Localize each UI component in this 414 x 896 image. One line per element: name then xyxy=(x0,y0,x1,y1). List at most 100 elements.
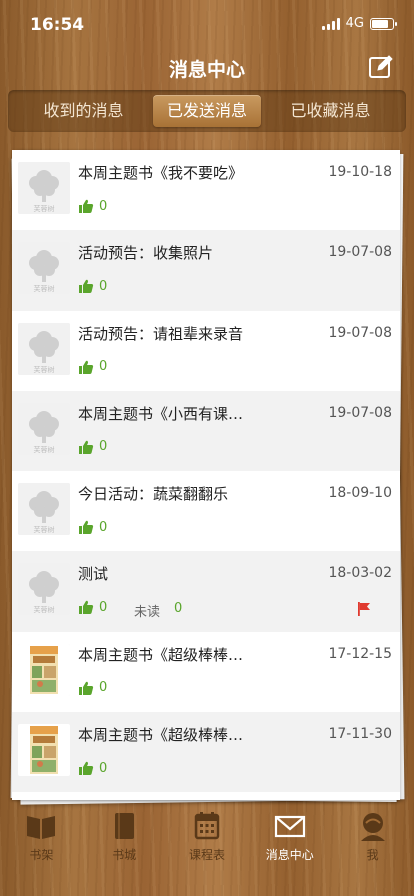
message-list-container: 芙蓉树 本周主题书《我不要吃》 19-10-18 0 芙蓉树 活动预告：收集照片… xyxy=(10,149,405,805)
message-date: 19-10-18 xyxy=(328,164,392,180)
like-button[interactable]: 0 xyxy=(78,519,107,535)
unread-label: 未读 xyxy=(134,605,161,621)
message-row[interactable]: 本周主题书《超级棒棒… 17-11-30 0 xyxy=(12,712,400,793)
tree-logo-icon: 芙蓉树 xyxy=(18,563,70,616)
like-count: 0 xyxy=(99,439,108,455)
calendar-icon xyxy=(194,812,220,840)
thumbs-up-icon[interactable] xyxy=(78,278,94,294)
message-title: 测试 xyxy=(78,565,109,584)
thumbs-up-icon[interactable] xyxy=(78,599,94,615)
thumbs-up-icon[interactable] xyxy=(78,359,94,375)
logo-text: 芙蓉树 xyxy=(34,284,55,293)
tab-bar: 书架 书城 课程表 消息中心 我 xyxy=(0,806,414,896)
segment-favorites[interactable]: 已收藏消息 xyxy=(261,95,400,127)
envelope-icon xyxy=(274,815,305,838)
segment-received[interactable]: 收到的消息 xyxy=(14,95,153,127)
tab-label: 消息中心 xyxy=(265,848,314,862)
tab-schedule[interactable]: 课程表 xyxy=(166,806,249,896)
like-count: 0 xyxy=(99,760,108,776)
message-date: 19-07-08 xyxy=(328,244,392,261)
logo-text: 芙蓉树 xyxy=(34,525,55,534)
unread-count: 0 xyxy=(174,601,183,617)
tab-messages[interactable]: 消息中心 xyxy=(248,806,331,896)
like-count: 0 xyxy=(99,599,108,615)
message-row[interactable]: 芙蓉树 活动预告：收集照片 19-07-08 0 xyxy=(12,230,400,311)
message-thumbnail xyxy=(18,724,70,777)
message-date: 19-07-08 xyxy=(328,324,392,341)
status-indicators: 4G xyxy=(321,16,397,31)
compose-icon[interactable] xyxy=(368,54,394,80)
like-count: 0 xyxy=(99,680,108,696)
tab-label: 书城 xyxy=(112,848,137,862)
thumbs-up-icon[interactable] xyxy=(78,680,94,696)
like-count: 0 xyxy=(99,359,108,375)
network-type: 4G xyxy=(345,16,364,31)
message-title: 活动预告：收集照片 xyxy=(78,244,214,263)
message-date: 18-09-10 xyxy=(328,485,392,502)
segment-sent[interactable]: 已发送消息 xyxy=(153,95,261,127)
message-row[interactable]: 芙蓉树 本周主题书《我不要吃》 19-10-18 0 xyxy=(12,150,400,230)
message-row[interactable]: 芙蓉树 活动预告：请祖辈来录音 19-07-08 0 xyxy=(12,311,400,391)
like-button[interactable]: 0 xyxy=(78,680,107,696)
like-count: 0 xyxy=(99,519,108,535)
message-thumbnail: 芙蓉树 xyxy=(18,322,70,375)
message-segment-control: 收到的消息 已发送消息 已收藏消息 xyxy=(8,90,406,132)
message-title: 本周主题书《超级棒棒… xyxy=(78,645,244,664)
message-row[interactable]: 芙蓉树 测试 18-03-02 0 未读 0 xyxy=(12,551,400,632)
tree-logo-icon: 芙蓉树 xyxy=(18,162,70,214)
message-title: 本周主题书《小西有课… xyxy=(78,404,244,423)
page-title: 消息中心 xyxy=(168,59,245,81)
battery-icon xyxy=(370,17,397,30)
tab-label: 书架 xyxy=(29,848,54,862)
status-time: 16:54 xyxy=(30,15,85,35)
message-thumbnail: 芙蓉树 xyxy=(18,483,70,536)
like-count: 0 xyxy=(99,278,108,294)
tab-label: 我 xyxy=(366,848,379,862)
message-thumbnail xyxy=(18,643,70,696)
tree-logo-icon: 芙蓉树 xyxy=(18,402,70,455)
message-thumbnail: 芙蓉树 xyxy=(18,162,70,214)
thumbs-up-icon[interactable] xyxy=(78,760,94,776)
message-date: 19-07-08 xyxy=(328,404,392,421)
book-cover-icon xyxy=(18,724,70,777)
like-button[interactable]: 0 xyxy=(78,278,107,294)
like-button[interactable]: 0 xyxy=(78,760,107,776)
like-button[interactable]: 0 xyxy=(78,198,107,214)
message-title: 本周主题书《超级棒棒… xyxy=(78,726,244,745)
tree-logo-icon: 芙蓉树 xyxy=(18,242,70,295)
thumbs-up-icon[interactable] xyxy=(78,519,94,535)
message-title: 活动预告：请祖辈来录音 xyxy=(78,324,244,343)
thumbs-up-icon[interactable] xyxy=(78,439,94,455)
logo-text: 芙蓉树 xyxy=(34,204,55,213)
message-row[interactable]: 芙蓉树 今日活动：蔬菜翻翻乐 18-09-10 0 xyxy=(12,471,400,551)
like-count: 0 xyxy=(99,198,108,214)
status-bar: 16:54 4G xyxy=(0,0,414,50)
tab-me[interactable]: 我 xyxy=(331,806,414,896)
message-date: 17-12-15 xyxy=(328,645,392,662)
message-thumbnail: 芙蓉树 xyxy=(18,563,70,616)
message-title: 今日活动：蔬菜翻翻乐 xyxy=(78,485,229,504)
message-thumbnail: 芙蓉树 xyxy=(18,402,70,455)
logo-text: 芙蓉树 xyxy=(34,365,55,374)
like-button[interactable]: 0 xyxy=(78,359,107,375)
tab-bookshelf[interactable]: 书架 xyxy=(0,806,83,896)
message-row[interactable]: 芙蓉树 本周主题书《小西有课… 19-07-08 0 xyxy=(12,390,400,472)
tab-book-store[interactable]: 书城 xyxy=(83,806,166,896)
message-date: 17-11-30 xyxy=(328,726,392,743)
book-store-icon xyxy=(115,813,135,839)
logo-text: 芙蓉树 xyxy=(34,445,55,454)
tree-logo-icon: 芙蓉树 xyxy=(18,483,70,536)
logo-text: 芙蓉树 xyxy=(34,605,55,614)
book-cover-icon xyxy=(18,643,70,696)
like-button[interactable]: 0 xyxy=(78,599,107,615)
message-thumbnail: 芙蓉树 xyxy=(18,242,70,295)
person-icon xyxy=(360,813,385,841)
red-flag-icon[interactable] xyxy=(356,601,372,617)
message-list[interactable]: 芙蓉树 本周主题书《我不要吃》 19-10-18 0 芙蓉树 活动预告：收集照片… xyxy=(12,150,400,800)
like-button[interactable]: 0 xyxy=(78,439,107,455)
thumbs-up-icon[interactable] xyxy=(78,198,94,214)
tab-label: 课程表 xyxy=(188,848,225,862)
signal-icon xyxy=(321,17,340,30)
message-row[interactable]: 本周主题书《超级棒棒… 17-12-15 0 xyxy=(12,632,400,712)
bookshelf-icon xyxy=(27,816,56,839)
